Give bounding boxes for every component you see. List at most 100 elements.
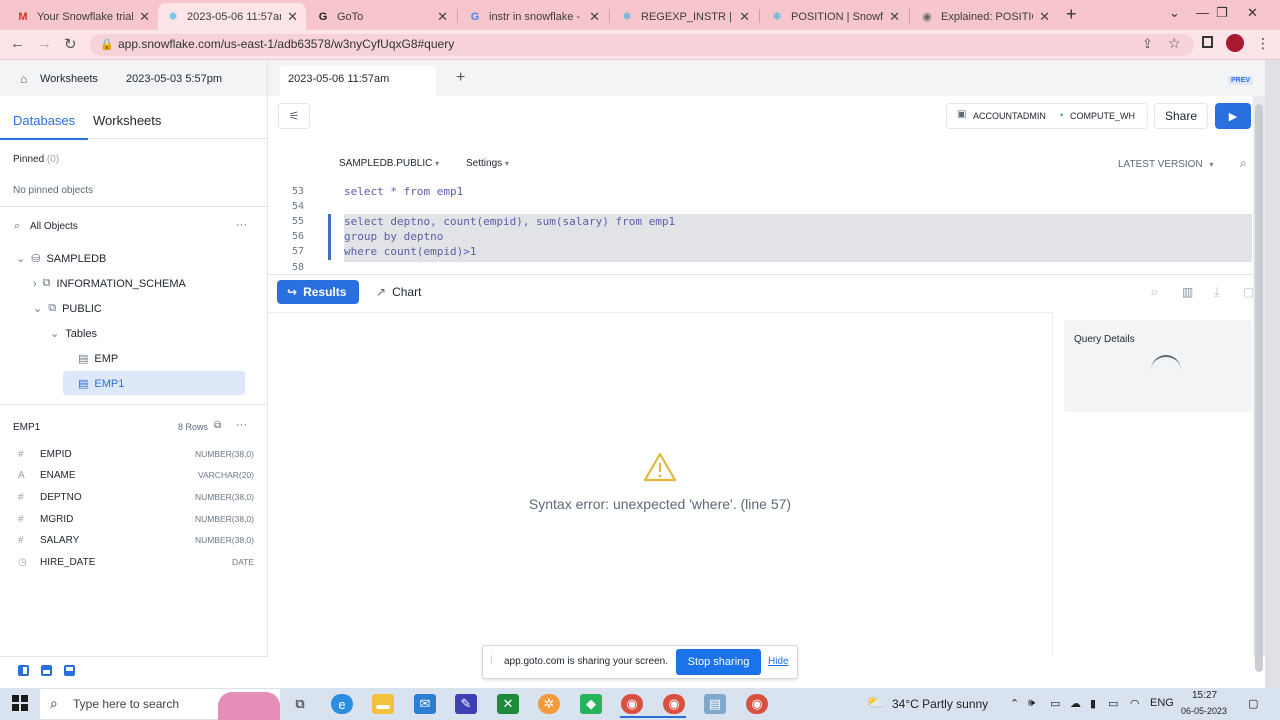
code-line[interactable]: where count(empid)>1 <box>344 245 476 258</box>
wifi-icon[interactable]: ◠ <box>1130 697 1140 710</box>
weather-text[interactable]: 34°C Partly sunny <box>892 697 988 711</box>
profile-avatar[interactable] <box>1226 34 1244 52</box>
chevron-down-icon[interactable]: ⌄ <box>33 302 42 315</box>
close-tab-icon[interactable]: ✕ <box>739 9 750 25</box>
chrome-profile-icon[interactable]: ◉ <box>663 694 685 714</box>
tree-item-information-schema[interactable]: › ⧉ INFORMATION_SCHEMA <box>33 277 186 290</box>
close-tab-icon[interactable]: ✕ <box>1039 9 1050 25</box>
browser-menu-icon[interactable]: ⋮ <box>1256 35 1270 52</box>
search-results-icon[interactable]: ⌕ <box>1151 284 1158 300</box>
chart-tab[interactable]: ↗ Chart <box>376 285 421 299</box>
layout-left-icon[interactable] <box>18 665 29 676</box>
preview-data-icon[interactable]: ⧉ <box>214 420 221 431</box>
share-button[interactable]: Share <box>1154 103 1208 129</box>
file-explorer-icon[interactable]: ▬ <box>372 694 394 714</box>
clock-time[interactable]: 15:27 <box>1192 690 1217 701</box>
tree-item-emp[interactable]: ▤ EMP <box>78 352 118 366</box>
more-options-icon[interactable]: ··· <box>236 219 247 231</box>
home-icon[interactable]: ⌂ <box>20 72 27 86</box>
column-row[interactable]: # EMPID NUMBER(38,0) <box>18 446 254 462</box>
tree-item-sampledb[interactable]: ⌄ ⛁ SAMPLEDB <box>16 252 106 266</box>
tab-worksheets[interactable]: Worksheets <box>93 113 161 128</box>
windows-start-icon[interactable] <box>12 695 28 716</box>
tree-item-emp1[interactable]: ▤ EMP1 <box>78 377 124 391</box>
task-view-icon[interactable]: ⧉ <box>289 694 311 714</box>
minimize-icon[interactable]: — <box>1196 5 1209 20</box>
run-query-button[interactable]: ▶ <box>1215 103 1251 129</box>
tree-item-tables[interactable]: ⌄ Tables <box>50 327 97 341</box>
app-orange-icon[interactable]: ✲ <box>538 694 560 714</box>
clock-date[interactable]: 06-05-2023 <box>1181 706 1227 716</box>
detail-more-icon[interactable]: ··· <box>236 419 247 431</box>
layout-top-icon[interactable] <box>41 665 52 676</box>
pen-app-icon[interactable]: ✎ <box>455 694 477 714</box>
column-row[interactable]: # SALARY NUMBER(38,0) <box>18 532 254 548</box>
weather-icon[interactable]: ⛅ <box>866 694 883 711</box>
mic-icon[interactable]: ▮ <box>1090 697 1096 710</box>
layout-bottom-icon[interactable] <box>64 665 75 676</box>
close-tab-icon[interactable]: ✕ <box>889 9 900 25</box>
find-icon[interactable]: ⌕ <box>1240 156 1247 171</box>
edge-icon[interactable]: e <box>331 694 353 714</box>
download-icon[interactable]: ⤓ <box>1214 284 1220 300</box>
page-scrollbar-thumb[interactable] <box>1255 104 1263 672</box>
chrome-icon[interactable]: ◉ <box>621 694 643 714</box>
column-row[interactable]: # MGRID NUMBER(38,0) <box>18 511 254 527</box>
browser-tab-snowflake[interactable]: ❄ 2023-05-06 11:57am ✕ <box>158 3 306 30</box>
cloud-icon[interactable]: ☁ <box>1070 697 1081 710</box>
app-window-icon[interactable]: ▤ <box>704 694 726 714</box>
chevron-down-icon[interactable]: ⌄ <box>16 252 25 265</box>
battery-icon[interactable]: ▭ <box>1108 697 1118 710</box>
notifications-icon[interactable]: ▢ <box>1248 697 1258 710</box>
version-selector[interactable]: LATEST VERSION ▾ <box>1118 159 1213 170</box>
close-tab-icon[interactable]: ✕ <box>589 9 600 25</box>
bookmark-star-icon[interactable]: ☆ <box>1168 35 1181 52</box>
add-worksheet-button[interactable]: + <box>456 69 465 87</box>
app-green-icon[interactable]: ◆ <box>580 694 602 714</box>
share-page-icon[interactable]: ⇪ <box>1142 36 1153 52</box>
close-tab-icon[interactable]: ✕ <box>287 9 298 25</box>
stop-sharing-button[interactable]: Stop sharing <box>676 649 761 675</box>
speaker-icon[interactable]: 🕪 <box>1028 697 1035 710</box>
database-schema-selector[interactable]: SAMPLEDB.PUBLIC ▾ <box>339 158 439 169</box>
column-row[interactable]: A ENAME VARCHAR(20) <box>18 467 254 483</box>
chevron-down-icon[interactable]: ⌄ <box>50 327 59 340</box>
worksheets-home-link[interactable]: Worksheets <box>40 73 98 85</box>
results-tab[interactable]: ↪ Results <box>277 280 359 304</box>
tab-databases[interactable]: Databases <box>13 113 75 128</box>
code-line[interactable]: select * from emp1 <box>344 185 463 198</box>
browser-tab-goto[interactable]: G GoTo ✕ <box>308 3 456 30</box>
worksheet-tab-previous[interactable]: 2023-05-03 5:57pm <box>126 73 222 85</box>
new-tab-button[interactable]: + <box>1066 4 1077 25</box>
hide-sharing-link[interactable]: Hide <box>768 656 789 667</box>
all-objects-filter[interactable]: All Objects <box>30 221 78 232</box>
window-close-icon[interactable]: ✕ <box>1247 5 1258 21</box>
xbox-icon[interactable]: ✕ <box>497 694 519 714</box>
code-line[interactable]: select deptno, count(empid), sum(salary)… <box>344 215 675 228</box>
tray-chevron-icon[interactable]: ⌃ <box>1010 697 1019 710</box>
chevron-right-icon[interactable]: › <box>33 278 37 290</box>
browser-tab-regexp[interactable]: ❄ REGEXP_INSTR | Snow ✕ <box>612 3 758 30</box>
tab-search-icon[interactable]: ⌄ <box>1169 5 1180 21</box>
column-row[interactable]: ◷ HIRE_DATE DATE <box>18 554 254 570</box>
settings-menu[interactable]: Settings ▾ <box>466 158 509 169</box>
close-tab-icon[interactable]: ✕ <box>437 9 448 25</box>
reload-icon[interactable]: ↻ <box>64 35 77 53</box>
column-row[interactable]: # DEPTNO NUMBER(38,0) <box>18 489 254 505</box>
browser-tab-explained[interactable]: ◉ Explained: POSITION ✕ <box>912 3 1058 30</box>
forward-icon[interactable]: → <box>37 35 52 52</box>
browser-tab-position[interactable]: ❄ POSITION | Snowflak ✕ <box>762 3 908 30</box>
chrome-alt-icon[interactable]: ◉ <box>746 694 768 714</box>
back-icon[interactable]: ← <box>10 35 25 52</box>
browser-tab-google[interactable]: G instr in snowflake - G ✕ <box>460 3 608 30</box>
language-indicator[interactable]: ENG <box>1150 697 1174 709</box>
columns-icon[interactable]: ▥ <box>1182 285 1193 299</box>
camera-icon[interactable]: ▭ <box>1050 697 1060 710</box>
close-tab-icon[interactable]: ✕ <box>139 9 150 25</box>
tree-item-public[interactable]: ⌄ ⧉ PUBLIC <box>33 302 102 315</box>
filter-sliders-icon[interactable]: ⚟ <box>278 103 310 129</box>
search-icon[interactable]: ⌕ <box>14 220 20 233</box>
side-panel-icon[interactable] <box>1202 36 1213 48</box>
maximize-icon[interactable]: ❐ <box>1216 5 1228 21</box>
mail-icon[interactable]: ✉ <box>414 694 436 714</box>
